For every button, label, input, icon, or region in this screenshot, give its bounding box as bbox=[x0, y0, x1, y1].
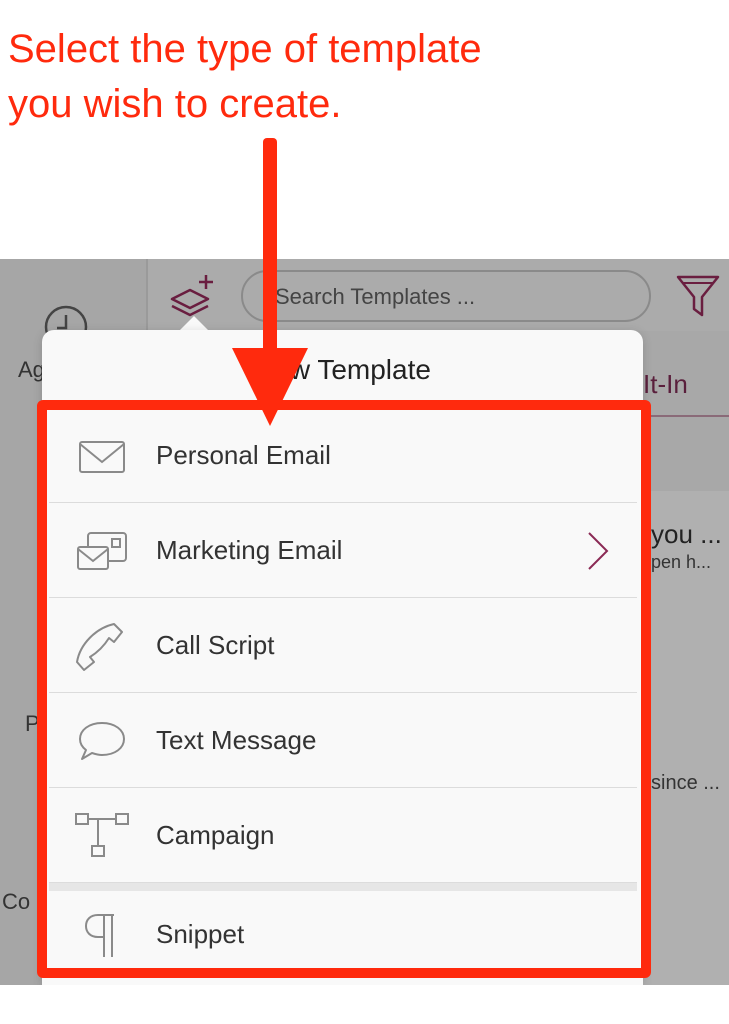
template-list-peek: It-In you ... pen h... since ... bbox=[637, 331, 729, 985]
instruction-line-1: Select the type of template bbox=[8, 27, 482, 71]
menu-item-label: Personal Email bbox=[156, 440, 331, 470]
campaign-flow-icon bbox=[75, 813, 129, 857]
sidebar-label-fragment: Co bbox=[2, 889, 31, 914]
speech-bubble-icon bbox=[79, 722, 125, 760]
menu-item-label: Call Script bbox=[156, 630, 275, 660]
sidebar-label-fragment: P bbox=[25, 711, 40, 736]
instruction-text: Select the type of template you wish to … bbox=[8, 22, 708, 132]
screenshot-stage: Select the type of template you wish to … bbox=[0, 0, 729, 1024]
bottom-margin bbox=[0, 985, 729, 1024]
envelope-icon bbox=[79, 441, 125, 473]
instruction-line-2: you wish to create. bbox=[8, 82, 342, 126]
menu-item-label: Marketing Email bbox=[156, 535, 343, 565]
list-item-subtitle: pen h... bbox=[651, 552, 712, 572]
popover-title: New Template bbox=[254, 354, 431, 385]
list-item-subtitle: since ... bbox=[651, 772, 720, 794]
marketing-email-icon bbox=[77, 532, 127, 570]
list-item-title[interactable]: you ... bbox=[651, 519, 722, 550]
menu-item-label: Text Message bbox=[156, 725, 317, 755]
tab-underline bbox=[637, 415, 729, 417]
phone-icon bbox=[76, 623, 123, 671]
tab-built-in[interactable]: It-In bbox=[643, 369, 688, 400]
menu-item-label: Snippet bbox=[156, 919, 245, 949]
menu-item-personal-email[interactable]: Personal Email bbox=[49, 408, 637, 503]
menu-item-marketing-email[interactable]: Marketing Email bbox=[49, 503, 637, 598]
menu-section-divider bbox=[49, 883, 637, 891]
menu-item-label: Campaign bbox=[156, 820, 275, 850]
new-template-icon[interactable] bbox=[168, 271, 218, 317]
new-template-popover: New Template Personal Email Marketing Em… bbox=[42, 330, 643, 985]
sidebar-label-fragment: Ag bbox=[18, 357, 45, 382]
menu-item-snippet[interactable]: Snippet bbox=[49, 891, 637, 978]
chevron-right-icon bbox=[588, 532, 609, 570]
search-input[interactable]: Search Templates ... bbox=[241, 270, 651, 322]
filter-icon[interactable] bbox=[674, 271, 722, 321]
menu-item-text-message[interactable]: Text Message bbox=[49, 693, 637, 788]
search-placeholder: Search Templates ... bbox=[275, 284, 476, 309]
pilcrow-icon bbox=[84, 914, 114, 957]
template-type-menu: Personal Email Marketing Email Call Scri… bbox=[49, 408, 637, 978]
menu-item-campaign[interactable]: Campaign bbox=[49, 788, 637, 883]
menu-item-call-script[interactable]: Call Script bbox=[49, 598, 637, 693]
